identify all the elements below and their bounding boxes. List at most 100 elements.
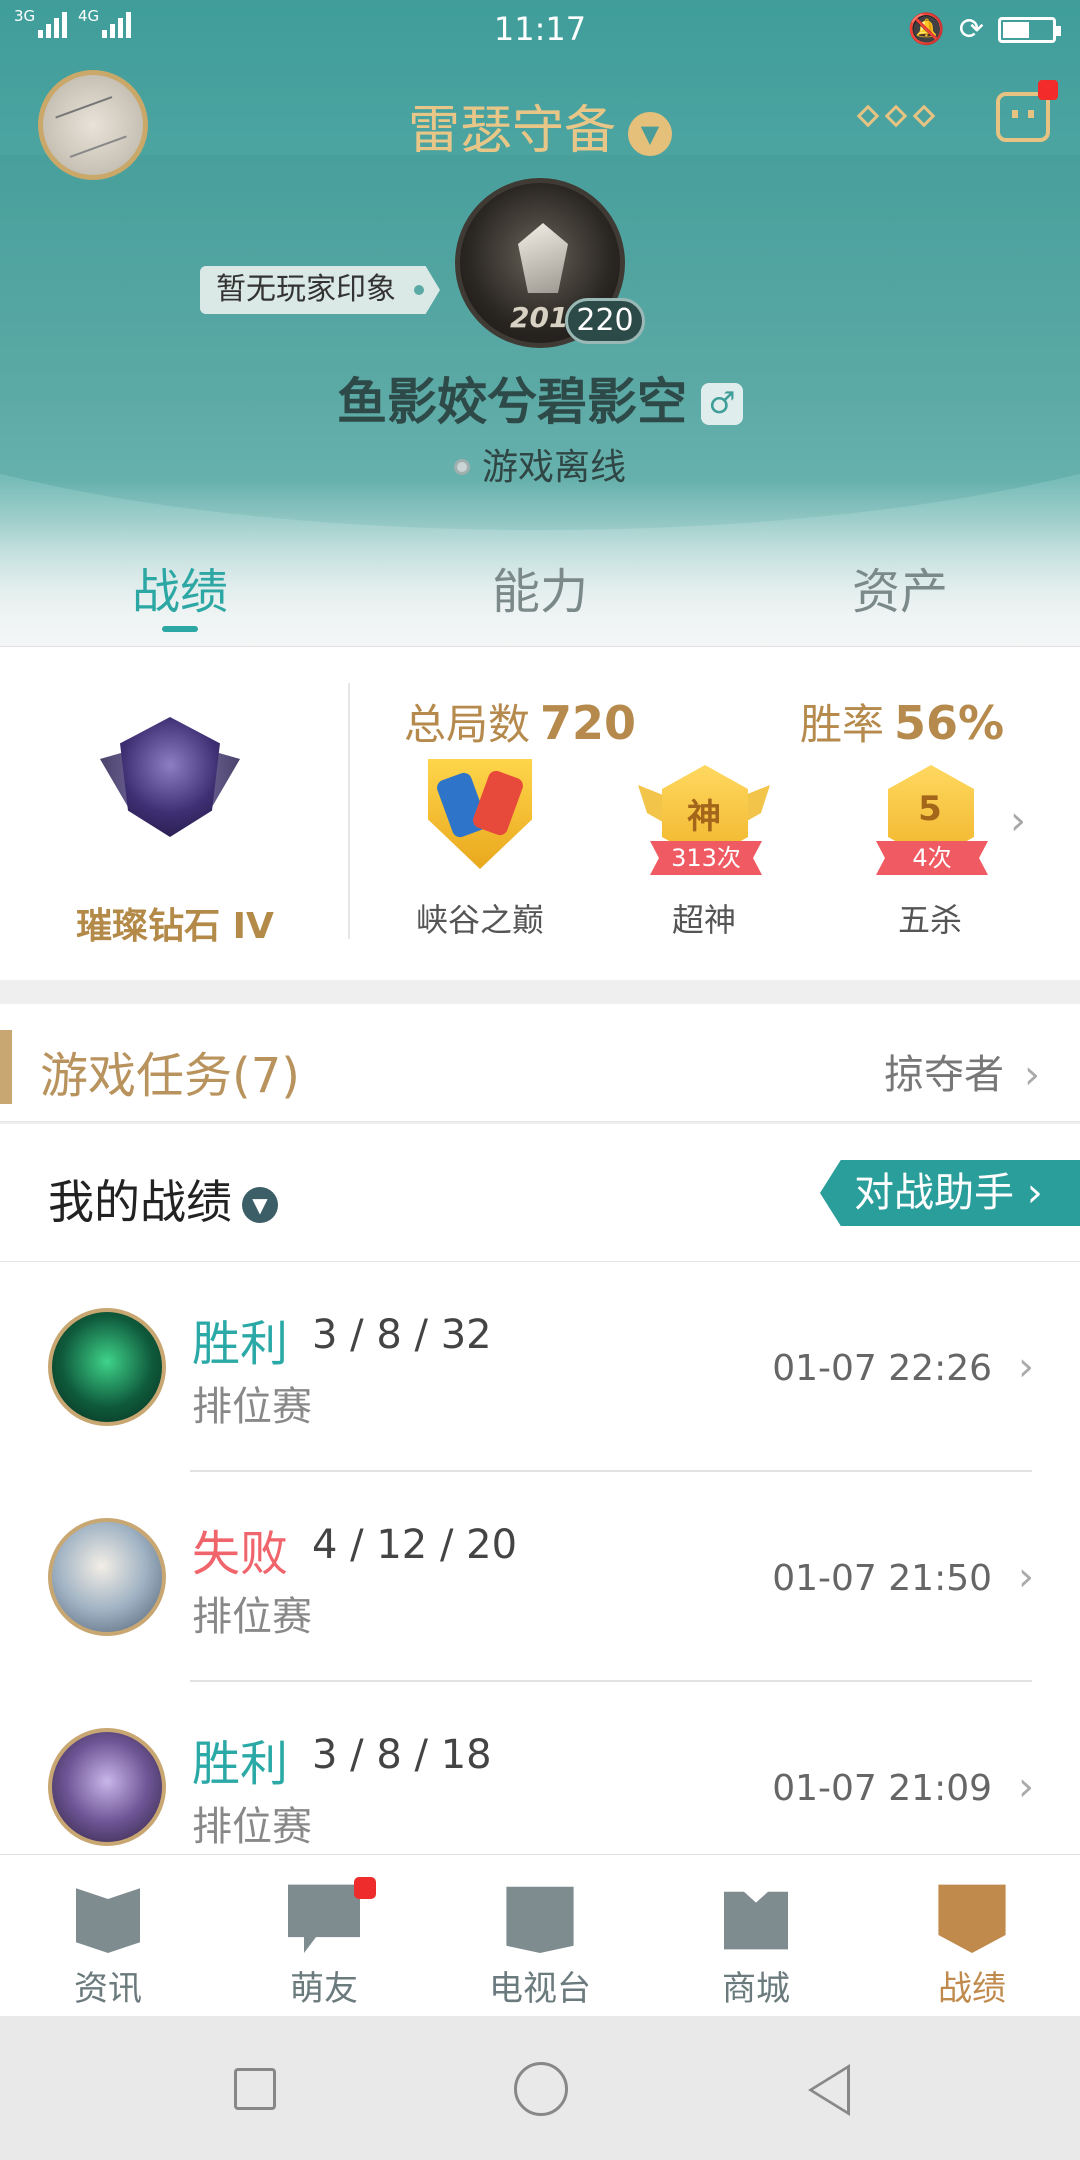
notification-dot bbox=[1038, 80, 1058, 100]
chevron-right-icon: › bbox=[1024, 1052, 1040, 1098]
offline-dot-icon bbox=[453, 459, 470, 475]
status-icons: 🔕 ⟳ bbox=[907, 12, 1061, 47]
match-kda: 3 / 8 / 32 bbox=[312, 1312, 492, 1358]
match-result: 胜利 bbox=[192, 1316, 289, 1372]
nav-news[interactable]: 资讯 bbox=[0, 1855, 216, 2016]
game-tasks-row[interactable]: 游戏任务(7) 掠夺者 › bbox=[0, 1004, 1080, 1122]
nav-records[interactable]: 战绩 bbox=[864, 1855, 1080, 2016]
nav-tv[interactable]: 电视台 bbox=[432, 1855, 648, 2016]
godlike-badge-icon: 神 313次 bbox=[638, 755, 770, 875]
match-row[interactable]: 胜利 3 / 8 / 32 排位赛 01-07 22:26 › bbox=[0, 1262, 1080, 1472]
chevron-right-icon: › bbox=[1018, 1764, 1034, 1810]
match-mode: 排位赛 bbox=[192, 1594, 312, 1640]
section-accent-bar bbox=[0, 1030, 12, 1104]
nav-label: 商城 bbox=[722, 1969, 790, 2009]
server-selector[interactable]: 雷瑟守备 ▼ bbox=[0, 88, 1080, 163]
total-games-label: 总局数 bbox=[404, 700, 531, 749]
game-tasks-right-label: 掠夺者 bbox=[884, 1052, 1004, 1098]
player-impression-tag[interactable]: 暂无玩家印象 bbox=[200, 266, 440, 314]
online-status: 游戏离线 bbox=[0, 438, 1080, 490]
profile-header: 3G 4G 11:17 🔕 ⟳ 雷瑟守备 ▼ 暂无玩家印象 2014 220 鱼影… bbox=[0, 0, 1080, 650]
badge-pentakill[interactable]: 5 4次 五杀 bbox=[840, 755, 1020, 941]
player-level-badge: 220 bbox=[565, 298, 645, 344]
match-mode: 排位赛 bbox=[192, 1804, 312, 1850]
chevron-down-icon: ▼ bbox=[628, 112, 672, 156]
my-records-title: 我的战绩 bbox=[48, 1175, 232, 1229]
match-kda: 4 / 12 / 20 bbox=[312, 1522, 518, 1568]
match-result: 胜利 bbox=[192, 1736, 289, 1792]
chat-icon[interactable] bbox=[996, 80, 1058, 142]
battery-icon bbox=[998, 16, 1061, 43]
nav-shop[interactable]: 商城 bbox=[648, 1855, 864, 2016]
total-games-value: 720 bbox=[540, 696, 637, 750]
badge-label: 峡谷之巅 bbox=[415, 901, 544, 939]
champion-avatar bbox=[48, 1518, 166, 1636]
bottom-nav: 资讯 萌友 电视台 商城 战绩 bbox=[0, 1854, 1080, 2016]
news-book-icon bbox=[76, 1888, 140, 1953]
champion-avatar bbox=[48, 1728, 166, 1846]
match-row[interactable]: 胜利 3 / 8 / 18 排位赛 01-07 21:09 › bbox=[0, 1682, 1080, 1854]
badge-label: 五杀 bbox=[897, 901, 962, 939]
pentakill-badge-icon: 5 4次 bbox=[870, 755, 990, 875]
match-list: 胜利 3 / 8 / 32 排位赛 01-07 22:26 › 失败 4 / 1… bbox=[0, 1262, 1080, 1854]
system-nav-bar bbox=[0, 2016, 1080, 2160]
tv-icon bbox=[506, 1886, 574, 1953]
diamond-rank-icon bbox=[100, 707, 240, 857]
back-icon[interactable] bbox=[808, 2064, 850, 2116]
server-name: 雷瑟守备 bbox=[407, 101, 616, 161]
rotation-lock-icon: ⟳ bbox=[958, 12, 984, 47]
recent-apps-icon[interactable] bbox=[234, 2068, 276, 2110]
match-kda: 3 / 8 / 18 bbox=[312, 1732, 492, 1778]
more-options-icon[interactable] bbox=[856, 104, 936, 128]
stats-card[interactable]: 璀璨钻石 IV 总局数 720 胜率 56% 峡谷之巅 神 313次 超神 5 4次 bbox=[0, 646, 1080, 980]
my-records-dropdown[interactable]: 我的战绩 ▼ bbox=[48, 1166, 278, 1232]
pentakill-badge-glyph: 5 bbox=[918, 789, 942, 829]
battle-assistant-button[interactable]: 对战助手 › bbox=[820, 1160, 1080, 1226]
chevron-right-icon[interactable]: › bbox=[1010, 798, 1026, 844]
nav-label: 电视台 bbox=[489, 1969, 591, 2009]
match-mode: 排位赛 bbox=[192, 1384, 312, 1430]
my-records-header: 我的战绩 ▼ 对战助手 › bbox=[0, 1124, 1080, 1262]
tab-records[interactable]: 战绩 bbox=[0, 540, 360, 644]
badge-godlike[interactable]: 神 313次 超神 bbox=[614, 755, 794, 941]
rank-name: 璀璨钻石 IV bbox=[76, 906, 274, 947]
nav-label: 资讯 bbox=[74, 1969, 142, 2009]
chevron-right-icon: › bbox=[1018, 1344, 1034, 1390]
match-time: 01-07 21:50 bbox=[772, 1558, 992, 1599]
tab-assets[interactable]: 资产 bbox=[720, 540, 1080, 644]
mute-bell-icon: 🔕 bbox=[907, 12, 945, 47]
stats-divider bbox=[348, 683, 350, 939]
match-time: 01-07 21:09 bbox=[772, 1768, 992, 1809]
online-status-text: 游戏离线 bbox=[481, 447, 626, 488]
badge-label: 超神 bbox=[671, 901, 736, 939]
win-rate: 胜率 56% bbox=[800, 691, 1004, 752]
match-row[interactable]: 失败 4 / 12 / 20 排位赛 01-07 21:50 › bbox=[0, 1472, 1080, 1682]
achievement-badges: 峡谷之巅 神 313次 超神 5 4次 五杀 bbox=[390, 755, 1050, 975]
match-time: 01-07 22:26 bbox=[772, 1348, 992, 1389]
win-rate-label: 胜率 bbox=[800, 700, 885, 749]
champion-avatar bbox=[48, 1308, 166, 1426]
total-games: 总局数 720 bbox=[404, 691, 636, 752]
godlike-badge-glyph: 神 bbox=[687, 797, 721, 837]
godlike-count: 313次 bbox=[650, 841, 762, 875]
pentakill-count: 4次 bbox=[876, 841, 988, 875]
home-icon[interactable] bbox=[514, 2062, 568, 2116]
notification-dot bbox=[354, 1877, 376, 1899]
friends-chat-icon bbox=[288, 1884, 360, 1953]
win-rate-value: 56% bbox=[894, 696, 1005, 750]
nav-label: 战绩 bbox=[938, 1969, 1006, 2009]
nav-friends[interactable]: 萌友 bbox=[216, 1855, 432, 2016]
player-nickname: 鱼影姣兮碧影空 ♂ bbox=[0, 362, 1080, 434]
shop-bag-icon bbox=[724, 1891, 788, 1950]
records-shield-icon bbox=[938, 1884, 1006, 1953]
nickname-text: 鱼影姣兮碧影空 bbox=[337, 373, 687, 431]
badge-peak[interactable]: 峡谷之巅 bbox=[390, 755, 570, 941]
male-gender-icon: ♂ bbox=[701, 383, 743, 425]
game-tasks-title: 游戏任务(7) bbox=[40, 1048, 300, 1104]
chevron-right-icon: › bbox=[1018, 1554, 1034, 1600]
nav-label: 萌友 bbox=[290, 1969, 358, 2009]
match-result: 失败 bbox=[192, 1526, 289, 1582]
game-tasks-right: 掠夺者 › bbox=[884, 1042, 1040, 1100]
chevron-down-icon: ▼ bbox=[242, 1187, 278, 1223]
tab-ability[interactable]: 能力 bbox=[360, 540, 720, 644]
